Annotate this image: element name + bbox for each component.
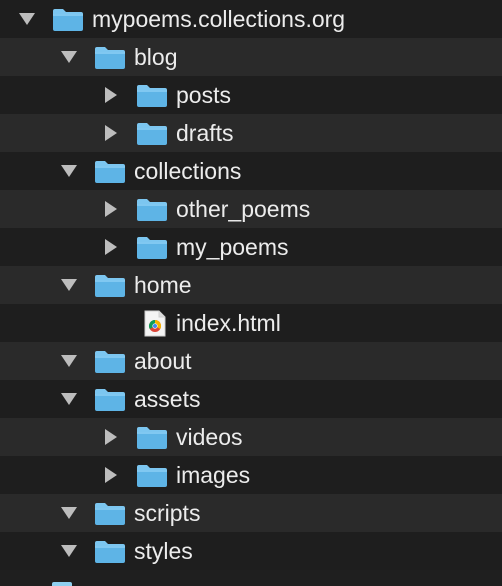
disclosure-triangle-expanded-icon[interactable] <box>56 266 82 304</box>
tree-row-videos[interactable]: videos <box>0 418 502 456</box>
disclosure-triangle-collapsed-icon[interactable] <box>98 76 124 114</box>
tree-row-posts[interactable]: posts <box>0 76 502 114</box>
folder-icon <box>136 197 168 222</box>
disclosure-triangle-collapsed-icon[interactable] <box>98 190 124 228</box>
tree-row-label: posts <box>176 82 231 108</box>
folder-icon <box>94 273 126 298</box>
folder-icon <box>136 121 168 146</box>
folder-icon <box>136 425 168 450</box>
tree-row-assets[interactable]: assets <box>0 380 502 418</box>
tree-row-home[interactable]: home <box>0 266 502 304</box>
disclosure-triangle-collapsed-icon[interactable] <box>98 418 124 456</box>
tree-row-label: my_poems <box>176 234 289 260</box>
tree-row-label: index.html <box>176 310 281 336</box>
tree-row-label: collections <box>134 158 242 184</box>
tree-row-about[interactable]: about <box>0 342 502 380</box>
tree-row-label: styles <box>134 538 193 564</box>
folder-icon <box>52 7 84 32</box>
tree-row-styles[interactable]: styles <box>0 532 502 570</box>
chrome-html-file-icon <box>143 310 167 337</box>
disclosure-triangle-collapsed-icon[interactable] <box>98 114 124 152</box>
folder-icon <box>136 83 168 108</box>
tree-row-label: videos <box>176 424 243 450</box>
tree-row-drafts[interactable]: drafts <box>0 114 502 152</box>
disclosure-triangle-expanded-icon[interactable] <box>14 0 40 38</box>
tree-row-mypoems-collections-org[interactable]: mypoems.collections.org <box>0 0 502 38</box>
tree-row-label: blog <box>134 44 178 70</box>
disclosure-triangle-expanded-icon[interactable] <box>56 342 82 380</box>
tree-row-collections[interactable]: collections <box>0 152 502 190</box>
disclosure-triangle-expanded-icon[interactable] <box>56 380 82 418</box>
tree-row-index-html[interactable]: index.html <box>0 304 502 342</box>
folder-icon <box>136 235 168 260</box>
tree-row-other-poems[interactable]: other_poems <box>0 190 502 228</box>
tree-row-label: mypoems.collections.org <box>92 6 346 32</box>
tree-row-label: scripts <box>134 500 201 526</box>
tree-row-label: images <box>176 462 251 488</box>
disclosure-triangle-collapsed-icon[interactable] <box>98 456 124 494</box>
folder-icon <box>94 159 126 184</box>
tree-row-label: assets <box>134 386 201 412</box>
tree-row-my-poems[interactable]: my_poems <box>0 228 502 266</box>
tree-row-label: drafts <box>176 120 234 146</box>
folder-icon <box>94 387 126 412</box>
tree-row-label: home <box>134 272 192 298</box>
folder-icon <box>94 349 126 374</box>
folder-icon <box>136 463 168 488</box>
tree-row-images[interactable]: images <box>0 456 502 494</box>
folder-icon <box>94 45 126 70</box>
disclosure-triangle-expanded-icon[interactable] <box>56 532 82 570</box>
disclosure-triangle-expanded-icon[interactable] <box>56 152 82 190</box>
disclosure-triangle-expanded-icon[interactable] <box>56 494 82 532</box>
tree-row-label: about <box>134 348 192 374</box>
file-tree: mypoems.collections.org blog posts drafts co… <box>0 0 502 586</box>
disclosure-triangle-expanded-icon[interactable] <box>56 38 82 76</box>
disclosure-triangle-collapsed-icon[interactable] <box>98 228 124 266</box>
folder-icon-partial <box>52 582 72 586</box>
tree-row-blog[interactable]: blog <box>0 38 502 76</box>
tree-row-scripts[interactable]: scripts <box>0 494 502 532</box>
tree-row-label: other_poems <box>176 196 311 222</box>
folder-icon <box>94 501 126 526</box>
folder-icon <box>94 539 126 564</box>
